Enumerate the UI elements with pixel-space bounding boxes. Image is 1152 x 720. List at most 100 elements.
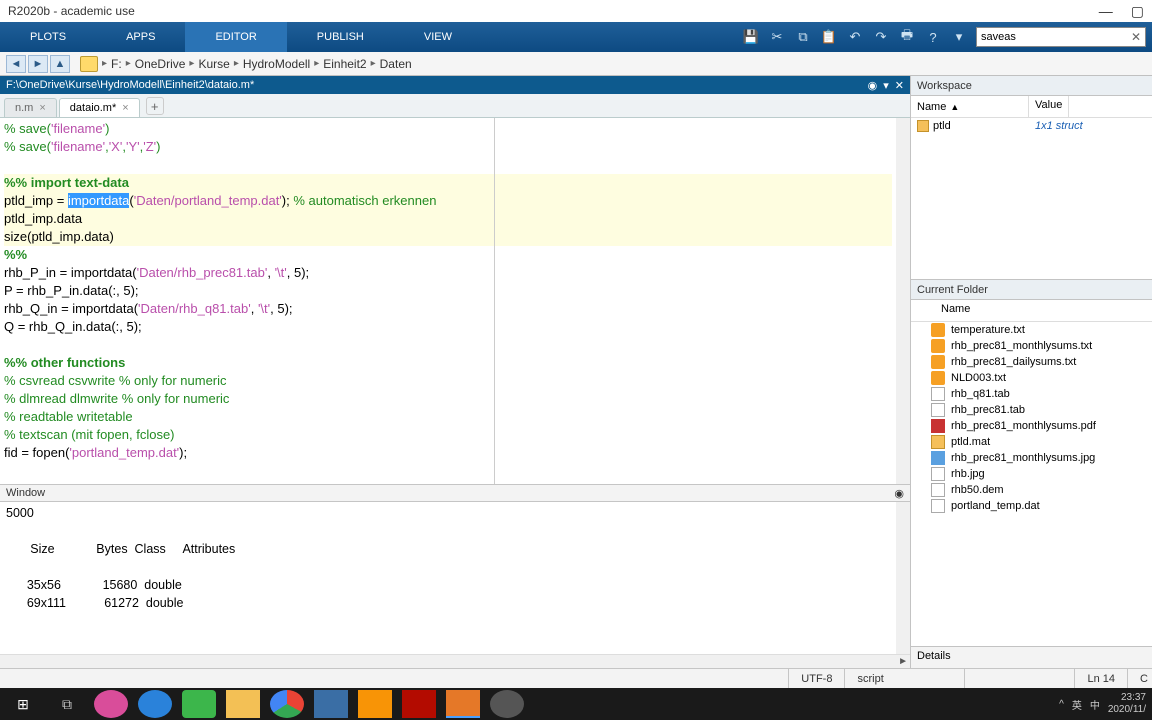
status-filetype: script: [844, 669, 964, 688]
file-rhb50.dem[interactable]: rhb50.dem: [911, 482, 1152, 498]
bc-seg[interactable]: Kurse: [198, 57, 229, 71]
minimize-pane-icon[interactable]: ▾: [883, 79, 889, 92]
tray-up-icon[interactable]: ^: [1059, 699, 1064, 710]
windows-taskbar: ⊞ ⧉ ^ 英 中 23:37 2020/11/: [0, 688, 1152, 720]
app-icon[interactable]: [314, 690, 348, 718]
file-name: rhb.jpg: [951, 468, 985, 480]
forward-button[interactable]: ►: [28, 55, 48, 73]
maximize-button[interactable]: ▢: [1131, 3, 1144, 20]
toolstrip: PLOTS APPS EDITOR PUBLISH VIEW 💾 ✂ ⧉ 📋 ↶…: [0, 22, 1152, 52]
close-tab-icon[interactable]: ×: [39, 102, 45, 114]
status-line: Ln 14: [1074, 669, 1127, 688]
file-icon: [931, 483, 945, 497]
save-icon[interactable]: 💾: [742, 28, 760, 46]
file-temperature.txt[interactable]: temperature.txt: [911, 322, 1152, 338]
new-tab-button[interactable]: +: [146, 97, 164, 115]
system-clock[interactable]: 23:37 2020/11/: [1108, 692, 1146, 716]
start-button[interactable]: ⊞: [6, 690, 40, 718]
editor-scrollbar[interactable]: ▲▼: [896, 118, 910, 484]
app-icon[interactable]: [490, 690, 524, 718]
bc-drive[interactable]: F:: [111, 57, 122, 71]
tab-publish[interactable]: PUBLISH: [287, 22, 394, 52]
minimize-button[interactable]: —: [1099, 3, 1113, 20]
file-icon: [931, 419, 945, 433]
print-icon[interactable]: 🖶: [898, 28, 916, 46]
file-rhb.jpg[interactable]: rhb.jpg: [911, 466, 1152, 482]
ime-icon[interactable]: 中: [1090, 697, 1100, 712]
up-button[interactable]: ▲: [50, 55, 70, 73]
file-rhb_q81.tab[interactable]: rhb_q81.tab: [911, 386, 1152, 402]
file-name: temperature.txt: [951, 324, 1025, 336]
file-ptld.mat[interactable]: ptld.mat: [911, 434, 1152, 450]
file-name: rhb_prec81_monthlysums.pdf: [951, 420, 1096, 432]
undo-icon[interactable]: ↶: [846, 28, 864, 46]
redo-icon[interactable]: ↷: [872, 28, 890, 46]
close-tab-icon[interactable]: ×: [122, 102, 128, 114]
app-icon[interactable]: [94, 690, 128, 718]
file-rhb_prec81_monthlysums.jpg[interactable]: rhb_prec81_monthlysums.jpg: [911, 450, 1152, 466]
app-icon[interactable]: [138, 690, 172, 718]
file-icon: [931, 323, 945, 337]
file-portland_temp.dat[interactable]: portland_temp.dat: [911, 498, 1152, 514]
status-encoding: UTF-8: [788, 669, 844, 688]
clear-search-icon[interactable]: ✕: [1131, 30, 1141, 44]
margin-line: [494, 118, 495, 484]
chevron-icon: ▸: [371, 58, 376, 69]
close-pane-icon[interactable]: ✕: [895, 79, 904, 92]
file-tab-dataio[interactable]: dataio.m* ×: [59, 98, 140, 117]
bc-seg[interactable]: Daten: [380, 57, 412, 71]
taskview-icon[interactable]: ⧉: [50, 690, 84, 718]
tab-view[interactable]: VIEW: [394, 22, 482, 52]
sublime-icon[interactable]: [358, 690, 392, 718]
editor-path: F:\OneDrive\Kurse\HydroModell\Einheit2\d…: [6, 79, 254, 91]
dock-icon[interactable]: ◉: [894, 487, 904, 500]
file-icon: [931, 451, 945, 465]
paste-icon[interactable]: 📋: [820, 28, 838, 46]
tab-apps[interactable]: APPS: [96, 22, 185, 52]
ws-col-value[interactable]: Value: [1029, 96, 1069, 117]
file-name: rhb_q81.tab: [951, 388, 1010, 400]
bc-seg[interactable]: HydroModell: [243, 57, 310, 71]
current-folder-breadcrumb: ◄ ► ▲ ▸ F: ▸ OneDrive ▸ Kurse ▸ HydroMod…: [0, 52, 1152, 76]
file-tab-nm[interactable]: n.m ×: [4, 98, 57, 117]
file-rhb_prec81_monthlysums.txt[interactable]: rhb_prec81_monthlysums.txt: [911, 338, 1152, 354]
workspace-panel: Name▲ Value ptld 1x1 struct: [911, 96, 1152, 280]
acrobat-icon[interactable]: [402, 690, 436, 718]
workspace-var-ptld[interactable]: ptld 1x1 struct: [911, 118, 1152, 134]
file-rhb_prec81.tab[interactable]: rhb_prec81.tab: [911, 402, 1152, 418]
tab-plots[interactable]: PLOTS: [0, 22, 96, 52]
dropdown-icon[interactable]: ▾: [950, 28, 968, 46]
command-window-hscroll[interactable]: ►: [0, 654, 910, 668]
bc-seg[interactable]: Einheit2: [323, 57, 366, 71]
file-name: rhb_prec81.tab: [951, 404, 1025, 416]
back-button[interactable]: ◄: [6, 55, 26, 73]
tab-editor[interactable]: EDITOR: [185, 22, 286, 52]
file-name: portland_temp.dat: [951, 500, 1040, 512]
file-NLD003.txt[interactable]: NLD003.txt: [911, 370, 1152, 386]
copy-icon[interactable]: ⧉: [794, 28, 812, 46]
file-icon: [931, 387, 945, 401]
status-bar: UTF-8 script Ln 14 C: [0, 668, 1152, 688]
file-icon: [931, 499, 945, 513]
cut-icon[interactable]: ✂: [768, 28, 786, 46]
dock-icon[interactable]: ◉: [868, 79, 878, 92]
help-icon[interactable]: ?: [924, 28, 942, 46]
code-editor[interactable]: ▲▼ % save('filename') % save('filename',…: [0, 118, 910, 484]
details-pane[interactable]: Details: [911, 646, 1152, 668]
file-rhb_prec81_monthlysums.pdf[interactable]: rhb_prec81_monthlysums.pdf: [911, 418, 1152, 434]
file-rhb_prec81_dailysums.txt[interactable]: rhb_prec81_dailysums.txt: [911, 354, 1152, 370]
chrome-icon[interactable]: [270, 690, 304, 718]
search-docs-input[interactable]: saveas ✕: [976, 27, 1146, 47]
command-window-title: Window ◉: [0, 484, 910, 502]
cf-col-name[interactable]: Name: [911, 300, 1152, 322]
command-window[interactable]: 5000 Size Bytes Class Attributes 35x56 1…: [0, 502, 910, 654]
ime-icon[interactable]: 英: [1072, 697, 1082, 712]
explorer-icon[interactable]: [226, 690, 260, 718]
bc-seg[interactable]: OneDrive: [135, 57, 186, 71]
matlab-icon[interactable]: [446, 690, 480, 718]
file-icon: [931, 339, 945, 353]
file-name: rhb_prec81_monthlysums.jpg: [951, 452, 1095, 464]
wechat-icon[interactable]: [182, 690, 216, 718]
ws-col-name[interactable]: Name▲: [911, 96, 1029, 117]
editor-titlebar: F:\OneDrive\Kurse\HydroModell\Einheit2\d…: [0, 76, 910, 94]
